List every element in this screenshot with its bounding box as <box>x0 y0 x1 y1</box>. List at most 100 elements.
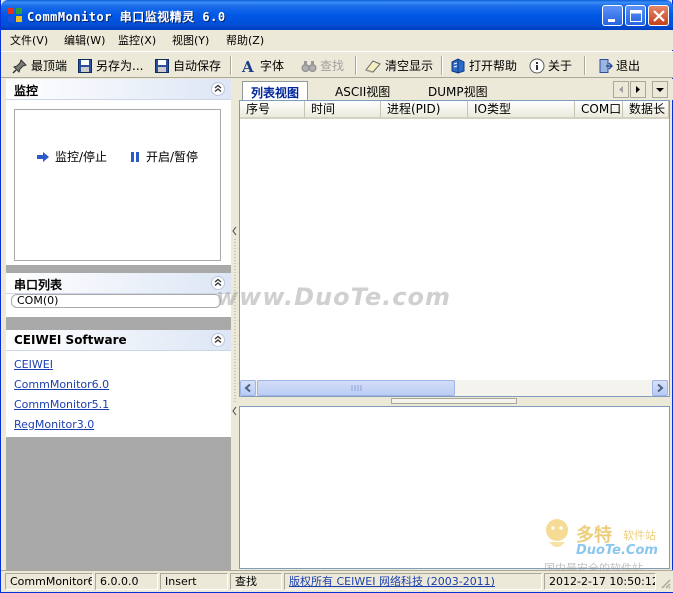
clear-display-button[interactable]: 清空显示 <box>364 56 433 75</box>
pin-icon <box>12 58 27 74</box>
port-list-group: 串口列表 COM(0) <box>6 273 231 317</box>
open-help-button[interactable]: 打开帮助 <box>450 56 517 75</box>
monitor-group-title: 监控 <box>14 84 39 98</box>
minimize-icon <box>608 19 615 22</box>
menu-monitor[interactable]: 监控(X) <box>116 32 158 48</box>
vertical-splitter[interactable] <box>232 79 238 570</box>
status-app-name: CommMonitor6 <box>5 573 93 590</box>
pause-icon <box>131 151 139 162</box>
resize-grip-icon[interactable] <box>659 577 671 589</box>
link-regmonitor3[interactable]: RegMonitor3.0 <box>14 418 94 431</box>
chevron-left-icon <box>244 383 251 393</box>
save-as-button[interactable]: 另存为... <box>77 56 143 75</box>
collapse-icon[interactable] <box>211 82 225 96</box>
status-datetime: 2012-2-17 10:50:12 <box>544 573 656 590</box>
about-button[interactable]: 关于 <box>529 56 572 75</box>
auto-save-button[interactable]: 自动保存 <box>154 56 221 75</box>
start-pause-label: 开启/暂停 <box>146 150 199 164</box>
binoculars-icon <box>301 60 317 72</box>
status-copyright[interactable]: 版权所有 CEIWEI 网络科技 (2003-2011) <box>284 573 542 590</box>
find-button[interactable]: 查找 <box>301 56 344 75</box>
chevron-left-icon <box>619 86 623 93</box>
main-window: CommMonitor 串口监视精灵 6.0 文件(V) 编辑(W) 监控(X)… <box>0 0 673 593</box>
horizontal-scrollbar[interactable] <box>240 380 669 396</box>
port-list-group-header[interactable]: 串口列表 <box>6 273 231 294</box>
maximize-icon <box>630 10 642 22</box>
toolbar-separator <box>584 56 586 75</box>
tab-scroll-left-button[interactable] <box>613 81 629 98</box>
tab-list-view[interactable]: 列表视图 <box>242 81 309 100</box>
monitor-group-header[interactable]: 监控 <box>6 79 231 100</box>
status-mode: Insert <box>160 573 228 590</box>
left-sidebar: 监控 监控/停止 开启/暂停 串口列表 COM(0) CEIWEI Softwa… <box>6 79 231 570</box>
font-icon: A <box>241 58 254 74</box>
menu-bar: 文件(V) 编辑(W) 监控(X) 视图(Y) 帮助(Z) <box>1 30 673 50</box>
about-label: 关于 <box>548 59 573 73</box>
topmost-label: 最顶端 <box>31 59 68 73</box>
open-help-label: 打开帮助 <box>469 59 518 73</box>
tab-dropdown-button[interactable] <box>652 81 668 98</box>
chevron-down-icon <box>656 88 664 92</box>
menu-view[interactable]: 视图(Y) <box>170 32 211 48</box>
toolbar-separator <box>355 56 357 75</box>
window-title: CommMonitor 串口监视精灵 6.0 <box>27 10 226 24</box>
exit-door-icon <box>599 58 613 73</box>
watermark-cn-small: 软件站 <box>623 529 656 542</box>
log-list-view[interactable]: 序号 时间 进程(PID) IO类型 COM口 数据长 <box>239 100 670 397</box>
horizontal-splitter[interactable] <box>239 397 670 409</box>
splitter-grip-icon <box>232 226 237 416</box>
tab-ascii-view[interactable]: ASCII视图 <box>327 81 398 100</box>
start-pause-button[interactable]: 开启/暂停 <box>129 148 198 165</box>
scroll-right-button[interactable] <box>652 380 668 396</box>
splitter-grip[interactable] <box>391 398 517 409</box>
port-list-group-title: 串口列表 <box>14 278 63 292</box>
close-button[interactable] <box>648 5 669 26</box>
close-icon <box>653 10 665 22</box>
scroll-thumb[interactable] <box>257 380 455 396</box>
links-group: CEIWEI Software CEIWEI CommMonitor6.0 Co… <box>6 330 231 437</box>
exit-button[interactable]: 退出 <box>597 56 640 75</box>
watermark-en: DuoTe.Com <box>576 543 658 558</box>
menu-file[interactable]: 文件(V) <box>8 32 50 48</box>
grip-icon <box>351 385 362 391</box>
watermark-text: www.DuoTe.com <box>216 283 451 311</box>
menu-edit[interactable]: 编辑(W) <box>62 32 107 48</box>
floppy-icon <box>78 58 92 73</box>
eraser-icon <box>365 59 381 73</box>
links-group-header[interactable]: CEIWEI Software <box>6 330 231 351</box>
clear-display-label: 清空显示 <box>385 59 434 73</box>
tab-dump-view[interactable]: DUMP视图 <box>420 81 496 100</box>
font-label: 字体 <box>260 59 285 73</box>
monitor-stop-button[interactable]: 监控/停止 <box>36 148 107 165</box>
save-as-label: 另存为... <box>96 59 144 73</box>
column-header-time[interactable]: 时间 <box>305 101 381 119</box>
svg-text:A: A <box>241 58 254 74</box>
tab-scroll-right-button[interactable] <box>630 81 646 98</box>
column-header-data-length[interactable]: 数据长 <box>623 101 669 119</box>
collapse-icon[interactable] <box>211 333 225 347</box>
monitor-stop-label: 监控/停止 <box>55 150 108 164</box>
toolbar: 最顶端 另存为... 自动保存 A 字体 查找 清空显示 打开帮助 关于 退出 <box>1 51 673 78</box>
toolbar-separator <box>230 56 232 75</box>
topmost-button[interactable]: 最顶端 <box>12 56 67 75</box>
maximize-button[interactable] <box>625 5 646 26</box>
chevron-right-icon <box>636 86 640 93</box>
minimize-button[interactable] <box>602 5 623 26</box>
column-header-com-port[interactable]: COM口 <box>575 101 623 119</box>
copyright-link[interactable]: 版权所有 CEIWEI 网络科技 (2003-2011) <box>289 575 495 588</box>
link-commmonitor6[interactable]: CommMonitor6.0 <box>14 378 109 391</box>
font-button[interactable]: A 字体 <box>241 56 284 75</box>
floppy-icon <box>155 58 169 73</box>
column-header-process[interactable]: 进程(PID) <box>381 101 468 119</box>
scroll-left-button[interactable] <box>240 380 256 396</box>
column-header-index[interactable]: 序号 <box>240 101 305 119</box>
column-header-io-type[interactable]: IO类型 <box>468 101 575 119</box>
port-list-item[interactable]: COM(0) <box>11 294 221 308</box>
help-book-icon <box>451 57 465 74</box>
menu-help[interactable]: 帮助(Z) <box>224 32 266 48</box>
arrow-right-icon <box>37 151 49 162</box>
title-bar[interactable]: CommMonitor 串口监视精灵 6.0 <box>1 0 673 30</box>
link-commmonitor5[interactable]: CommMonitor5.1 <box>14 398 109 411</box>
link-ceiwei[interactable]: CEIWEI <box>14 358 53 371</box>
auto-save-label: 自动保存 <box>173 59 222 73</box>
